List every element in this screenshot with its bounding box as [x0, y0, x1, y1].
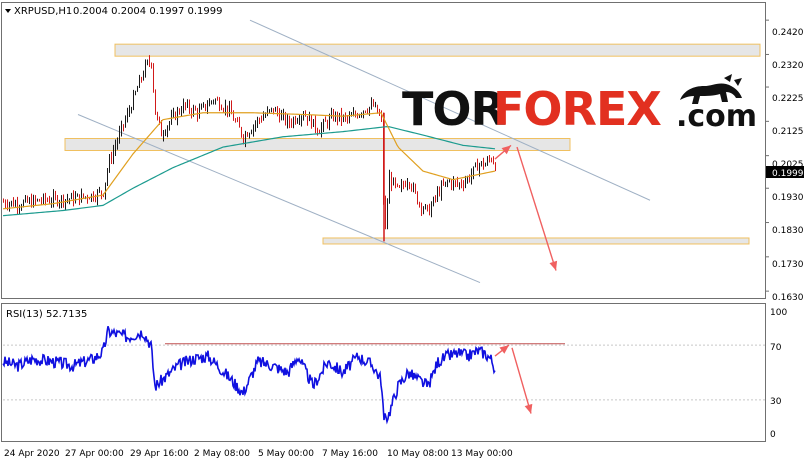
- time-tick: 24 Apr 2020: [4, 449, 60, 459]
- price-tick: 0.2420: [772, 28, 804, 38]
- time-tick: 13 May 00:00: [451, 449, 513, 459]
- watermark-tor: TOR: [402, 82, 505, 136]
- chart-header: XRPUSD,H1 0.2004 0.2004 0.1997 0.1999: [5, 6, 223, 17]
- price-tick: 0.2225: [772, 94, 804, 104]
- rsi-tick: 70: [770, 343, 782, 353]
- time-tick: 27 Apr 00:00: [65, 449, 124, 459]
- price-tick: 0.2320: [772, 61, 804, 71]
- price-tick: 0.1630: [772, 293, 804, 303]
- watermark-forex: FOREX: [493, 82, 661, 136]
- chart-canvas[interactable]: TOR FOREX .com XRPUSD,H1 0.2004 0.2004 0…: [0, 0, 808, 463]
- ohlc-values: 0.2004 0.2004 0.1997 0.1999: [73, 6, 223, 17]
- time-tick: 5 May 00:00: [258, 449, 314, 459]
- time-tick: 29 Apr 16:00: [130, 449, 189, 459]
- watermark-dot-com: .com: [676, 99, 757, 134]
- time-axis: 24 Apr 2020 27 Apr 00:00 29 Apr 16:00 2 …: [4, 449, 513, 459]
- price-axis: 0.2420 0.2320 0.2225 0.2125 0.2025 0.193…: [766, 28, 804, 303]
- sr-zone-rect: [322, 237, 750, 245]
- price-tick: 0.2125: [772, 127, 804, 137]
- price-tick: 0.1830: [772, 226, 804, 236]
- rsi-tick: 100: [770, 308, 787, 318]
- rsi-tick: 30: [770, 397, 782, 407]
- sr-zone-rect: [114, 43, 761, 57]
- rsi-panel[interactable]: [1, 303, 766, 442]
- time-tick: 7 May 16:00: [322, 449, 378, 459]
- trading-chart[interactable]: TOR FOREX .com XRPUSD,H1 0.2004 0.2004 0…: [0, 0, 808, 463]
- rsi-label: RSI(13) 52.7135: [6, 309, 87, 320]
- symbol-label: XRPUSD,H1: [14, 6, 72, 17]
- price-tick: 0.1930: [772, 193, 804, 203]
- price-tick: 0.1730: [772, 260, 804, 270]
- rsi-tick: 0: [770, 430, 776, 440]
- time-tick: 2 May 08:00: [194, 449, 250, 459]
- time-tick: 10 May 08:00: [387, 449, 449, 459]
- current-price-label: 0.1999: [772, 169, 804, 179]
- rsi-axis: 100 70 30 0: [770, 308, 787, 440]
